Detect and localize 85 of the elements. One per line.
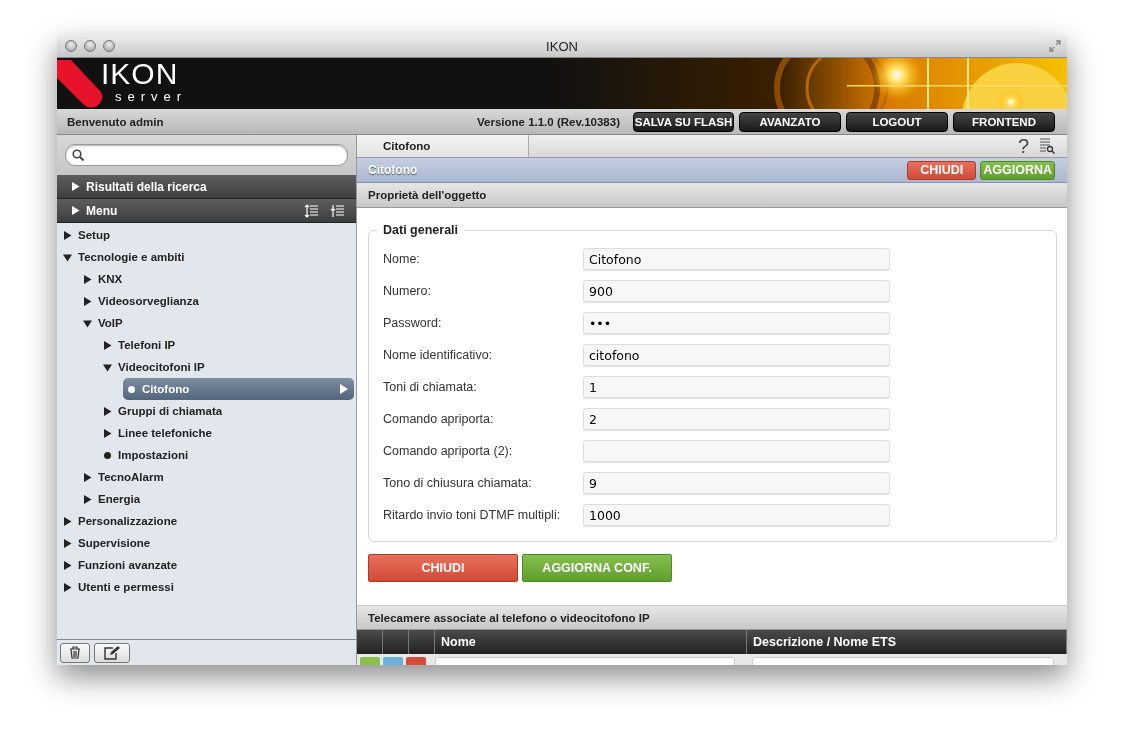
toolbar-button[interactable]: SALVA SU FLASH (633, 111, 734, 132)
tree-item[interactable]: Personalizzazione (63, 510, 354, 532)
field-label: Comando apriporta (2): (383, 444, 514, 458)
logo-subtitle: server (115, 90, 188, 103)
input-field[interactable]: 9 (583, 472, 890, 494)
tab[interactable]: Citofono (357, 135, 529, 157)
field-label: Nome identificativo: (383, 348, 494, 362)
section-title: Telecamere associate al telefono o videocitofono IP (368, 611, 650, 624)
input-field[interactable]: 2 (583, 408, 890, 430)
expand-arrow-icon[interactable] (63, 560, 72, 570)
section-title: Proprietà dell'oggetto (368, 189, 487, 201)
input-field[interactable]: ••• (583, 312, 890, 334)
section-header[interactable]: Risultati della ricerca (57, 175, 356, 199)
list-search-icon[interactable] (1039, 138, 1055, 154)
input-field[interactable]: 1000 (583, 504, 890, 526)
help-icon[interactable]: ? (1017, 136, 1029, 156)
welcome-text: Benvenuto admin (67, 115, 165, 128)
object-title: Citofono (368, 163, 419, 177)
edit-button[interactable] (94, 642, 130, 663)
toolbar-button[interactable]: FRONTEND (953, 111, 1055, 132)
fieldset-legend: Dati generali (377, 223, 465, 237)
tree-item[interactable]: Funzioni avanzate (63, 554, 354, 576)
expand-arrow-icon[interactable] (83, 472, 92, 482)
collapse-arrow-icon[interactable] (83, 318, 92, 328)
window-control-icon[interactable] (84, 40, 96, 52)
collapse-arrow-icon[interactable] (63, 252, 72, 262)
expand-arrow-icon[interactable] (83, 494, 92, 504)
expand-arrow-icon[interactable] (63, 230, 72, 240)
field-label: Toni di chiamata: (383, 380, 478, 394)
trash-icon (69, 646, 81, 659)
field-label: Ritardo invio toni DTMF multipli: (383, 508, 562, 522)
search-icon (72, 149, 84, 161)
field-label: Comando apriporta: (383, 412, 495, 426)
expand-arrow-icon[interactable] (63, 538, 72, 548)
toolbar-button[interactable]: LOGOUT (846, 111, 948, 132)
toolbar-button[interactable]: AVANZATO (739, 111, 841, 132)
expand-arrow-icon[interactable] (63, 516, 72, 526)
tree-item[interactable]: Gruppi di chiamata (103, 400, 354, 422)
expand-arrow-icon[interactable] (63, 582, 72, 592)
collapse-all-icon[interactable] (330, 203, 344, 218)
tree-item[interactable]: Linee telefoniche (103, 422, 354, 444)
tree-item[interactable]: Energia (83, 488, 354, 510)
section-header[interactable]: Menu (57, 199, 356, 223)
delete-button[interactable] (60, 642, 90, 663)
expand-arrow-icon[interactable] (83, 274, 92, 284)
bullet-icon (127, 385, 136, 393)
tree-item[interactable]: Setup (63, 224, 354, 246)
input-field[interactable] (583, 440, 890, 462)
expand-all-icon[interactable] (304, 203, 318, 218)
field-label: Nome: (383, 252, 421, 266)
close-button[interactable]: CHIUDI (368, 554, 518, 582)
expand-arrow-icon[interactable] (103, 406, 112, 416)
logo-title: IKON (101, 58, 180, 90)
collapse-arrow-icon[interactable] (103, 362, 112, 372)
bullet-icon (103, 451, 112, 459)
window-control-icon[interactable] (65, 40, 77, 52)
search-field[interactable] (65, 144, 348, 166)
edit-icon (104, 645, 120, 660)
input-field[interactable]: Citofono (583, 248, 890, 270)
version-text: Versione 1.1.0 (Rev.10383) (477, 115, 620, 128)
field-label: Tono di chiusura chiamata: (383, 476, 533, 490)
window-control-icon[interactable] (103, 40, 115, 52)
tree-item[interactable]: Videosorveglianza (83, 290, 354, 312)
expand-arrow-icon[interactable] (103, 428, 112, 438)
tree-item[interactable]: Utenti e permessi (63, 576, 354, 598)
tree-item[interactable]: VoIP (83, 312, 354, 334)
input-field[interactable]: 1 (583, 376, 890, 398)
expand-arrow-icon[interactable] (103, 340, 112, 350)
tree-item[interactable]: Supervisione (63, 532, 354, 554)
window-title: IKON (545, 38, 579, 54)
tree-item[interactable]: KNX (83, 268, 354, 290)
arrow-icon[interactable] (340, 384, 348, 394)
tree-item[interactable]: Videocitofoni IP (103, 356, 354, 378)
tree-item[interactable]: Telefoni IP (103, 334, 354, 356)
tree-item[interactable]: TecnoAlarm (83, 466, 354, 488)
expand-arrow-icon[interactable] (83, 296, 92, 306)
tree-item[interactable]: Citofono (123, 378, 354, 400)
field-label: Numero: (383, 284, 432, 298)
field-label: Password: (383, 316, 443, 330)
tree-item[interactable]: Impostazioni (103, 444, 354, 466)
close-button[interactable]: CHIUDI (907, 160, 977, 180)
input-field[interactable]: citofono (583, 344, 890, 366)
tree-item[interactable]: Tecnologie e ambiti (63, 246, 354, 268)
input-field[interactable]: 900 (583, 280, 890, 302)
fullscreen-icon[interactable] (1049, 40, 1061, 52)
